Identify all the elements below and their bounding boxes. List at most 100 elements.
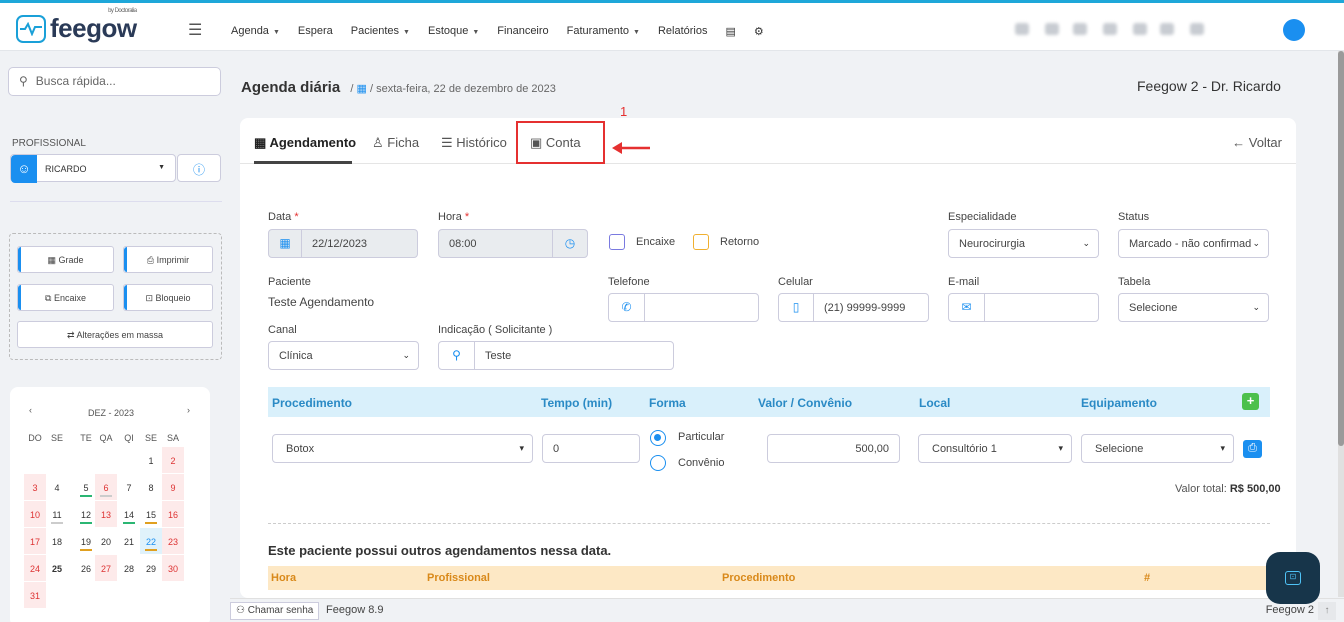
col-profissional: Profissional [427,572,490,584]
user-avatar[interactable] [1283,19,1305,41]
calendar-day[interactable]: 31 [24,582,46,608]
tab-historico[interactable]: ☰ Histórico [441,135,507,151]
especialidade-select[interactable]: Neurocirurgia ⌄ [948,229,1099,258]
print-icon[interactable]: ⎙ [1243,440,1262,458]
search-input[interactable]: ⚲ Busca rápida... [8,67,221,96]
calendar-day[interactable]: 5 [75,474,97,500]
version-label: Feegow 8.9 [326,604,384,616]
valor-field[interactable]: 500,00 [767,434,900,463]
calendar-day[interactable]: 7 [118,474,140,500]
calendar-day[interactable]: 23 [162,528,184,554]
local-select[interactable]: Consultório 1 ▾ [918,434,1072,463]
procedimento-select[interactable]: Botox ▾ [272,434,533,463]
calendar-day[interactable]: 13 [95,501,117,527]
convenio-radio[interactable] [650,455,666,471]
grade-button[interactable]: ▦ Grade [17,246,114,273]
profissional-select[interactable]: ☺ RICARDO ▼ [10,154,176,183]
calendar-day[interactable]: 3 [24,474,46,500]
menu-icon[interactable]: ☰ [188,20,202,40]
blurred-icon[interactable] [1045,23,1059,35]
email-field[interactable] [984,293,1099,322]
tempo-field[interactable]: 0 [542,434,640,463]
highlight-box [516,121,605,164]
info-button[interactable]: ⓘ [177,154,221,182]
voltar-button[interactable]: ← Voltar [1232,135,1282,150]
bloqueio-button[interactable]: ⊡ Bloqueio [123,284,213,311]
imprimir-button[interactable]: ⎙ Imprimir [123,246,213,273]
scroll-top-button[interactable]: ↑ [1318,602,1336,620]
calendar-day[interactable]: 19 [75,528,97,554]
nav-financeiro[interactable]: Financeiro [497,25,548,38]
paciente-name[interactable]: Teste Agendamento [268,295,374,309]
chamar-senha-button[interactable]: ⚇ Chamar senha [230,602,320,620]
chevron-right-icon[interactable]: › [187,405,190,415]
calendar-day[interactable]: 2 [162,447,184,473]
hora-field[interactable]: 08:00 [438,229,553,258]
calendar-day[interactable]: 16 [162,501,184,527]
calendar-day[interactable]: 11 [46,501,68,527]
calendar-day[interactable]: 6 [95,474,117,500]
calendar-day[interactable]: 9 [162,474,184,500]
calendar-day[interactable]: 1 [140,447,162,473]
paciente-label: Paciente [268,276,311,288]
blurred-icon[interactable] [1015,23,1029,35]
equipamento-select[interactable]: Selecione ▾ [1081,434,1234,463]
calendar-day[interactable]: 27 [95,555,117,581]
calendar-day[interactable]: 24 [24,555,46,581]
calendar-day[interactable]: 14 [118,501,140,527]
encaixe-checkbox[interactable] [609,234,625,250]
calendar-day[interactable]: 12 [75,501,97,527]
tabela-select[interactable]: Selecione ⌄ [1118,293,1269,322]
calendar-day[interactable]: 26 [75,555,97,581]
chevron-left-icon[interactable]: ‹ [29,405,32,415]
calendar-day[interactable]: 22 [140,528,162,554]
celular-field[interactable]: (21) 99999-9999 [813,293,929,322]
blurred-icon[interactable] [1190,23,1204,35]
calendar-day[interactable]: 17 [24,528,46,554]
chevron-down-icon: ▼ [158,164,165,171]
canal-select[interactable]: Clínica ⌄ [268,341,419,370]
calendar-day[interactable]: 15 [140,501,162,527]
particular-radio[interactable] [650,430,666,446]
tab-agendamento[interactable]: ▦ Agendamento [254,135,356,151]
tab-ficha[interactable]: ♙ Ficha [372,135,419,151]
calendar-day[interactable]: 28 [118,555,140,581]
blurred-icon[interactable] [1133,23,1147,35]
nav-relatorios[interactable]: Relatórios [658,25,708,38]
encaixe-label: Encaixe [636,236,676,248]
blurred-icon[interactable] [1073,23,1087,35]
calendar-day[interactable]: 4 [46,474,68,500]
chat-button[interactable]: ⊡ [1266,552,1320,604]
calendar-day[interactable]: 10 [24,501,46,527]
envelope-icon: ✉ [948,293,985,322]
database-icon[interactable]: ▤ [726,25,736,38]
feegow-logo[interactable]: feegow by Doctoralia [16,8,137,44]
add-procedimento-button[interactable]: + [1242,393,1259,410]
nav-espera[interactable]: Espera [298,25,333,38]
calendar-day[interactable]: 21 [118,528,140,554]
indicacao-field[interactable]: Teste [474,341,674,370]
scrollbar-thumb[interactable] [1338,51,1344,446]
calendar-day[interactable]: 18 [46,528,68,554]
nav-faturamento[interactable]: Faturamento ▼ [567,25,640,38]
encaixe-button[interactable]: ⧉ Encaixe [17,284,114,311]
nav-agenda[interactable]: Agenda ▼ [231,25,280,38]
retorno-checkbox[interactable] [693,234,709,250]
gear-icon[interactable]: ⚙ [754,25,764,38]
blurred-icon[interactable] [1103,23,1117,35]
calendar-day[interactable]: 20 [95,528,117,554]
col-equipamento: Equipamento [1081,396,1158,410]
calendar-day[interactable]: 25 [46,555,68,581]
calendar-day[interactable]: 8 [140,474,162,500]
data-field[interactable]: 22/12/2023 [301,229,418,258]
blurred-icon[interactable] [1160,23,1174,35]
nav-estoque[interactable]: Estoque ▼ [428,25,479,38]
clock-icon[interactable]: ◷ [552,229,588,258]
telefone-field[interactable] [644,293,759,322]
calendar-day[interactable]: 30 [162,555,184,581]
status-select[interactable]: Marcado - não confirmad ⌄ [1118,229,1269,258]
nav-pacientes[interactable]: Pacientes ▼ [351,25,410,38]
calendar-day[interactable]: 29 [140,555,162,581]
calendar-icon: ▦ [268,229,302,258]
alteracoes-button[interactable]: ⇄ Alterações em massa [17,321,213,348]
